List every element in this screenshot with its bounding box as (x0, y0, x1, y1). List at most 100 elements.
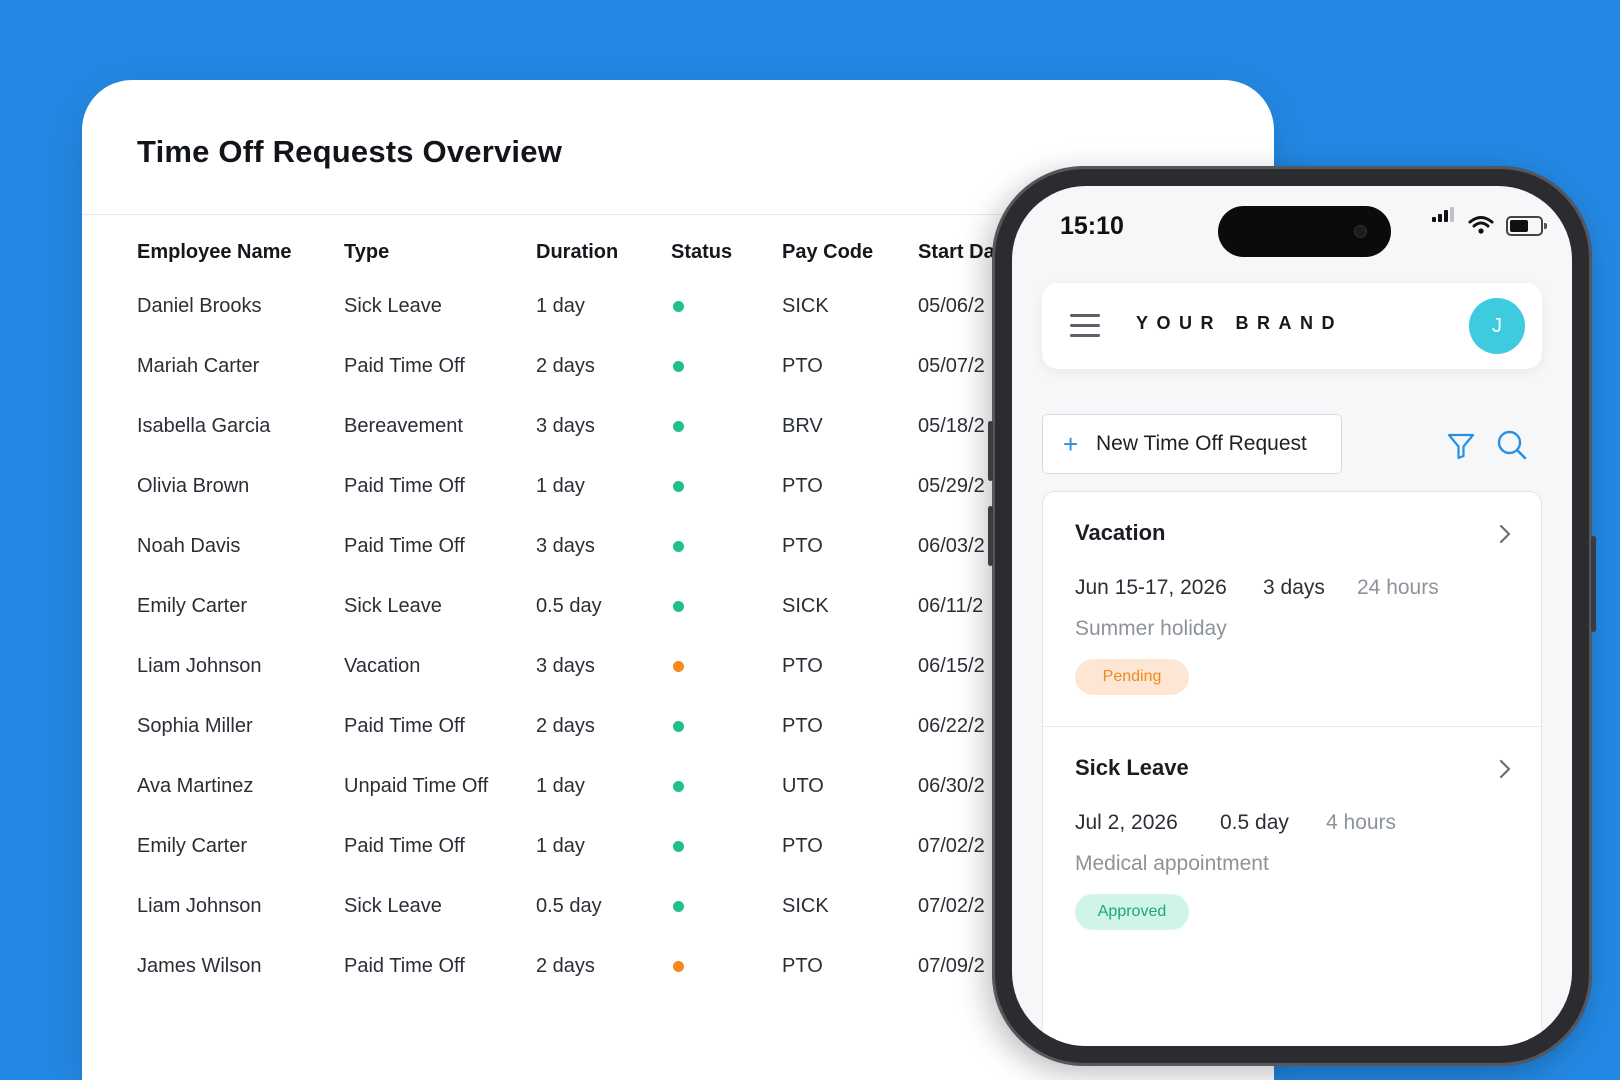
request-card[interactable]: Sick Leave Jul 2, 2026 0.5 day 4 hours M… (1043, 726, 1541, 961)
request-title: Vacation (1075, 520, 1166, 545)
type-cell: Unpaid Time Off (344, 775, 489, 797)
duration-cell: 0.5 day (536, 595, 602, 617)
pay-code-cell: PTO (782, 475, 823, 497)
request-title: Sick Leave (1075, 755, 1189, 780)
new-request-label: New Time Off Request (1096, 432, 1307, 455)
new-request-button[interactable]: + New Time Off Request (1042, 414, 1342, 474)
employee-name-cell: Isabella Garcia (137, 415, 271, 437)
phone-side-button (1591, 536, 1596, 632)
start-date-cell: 06/15/2 (918, 655, 985, 677)
pay-code-cell: PTO (782, 835, 823, 857)
wifi-icon (1468, 216, 1494, 234)
pay-code-cell: BRV (782, 415, 823, 437)
phone-side-button (988, 506, 993, 566)
employee-name-cell: Liam Johnson (137, 655, 262, 677)
employee-name-cell: Olivia Brown (137, 475, 250, 497)
status-dot-icon (673, 841, 684, 852)
menu-icon[interactable] (1070, 314, 1100, 337)
type-cell: Vacation (344, 655, 421, 677)
status-dot-icon (673, 661, 684, 672)
employee-name-cell: James Wilson (137, 955, 262, 977)
status-dot-icon (673, 421, 684, 432)
app-header: YOUR BRAND J (1042, 283, 1542, 369)
request-duration: 0.5 day (1220, 811, 1289, 834)
start-date-cell: 05/06/2 (918, 295, 985, 317)
phone-frame: 15:10 YOUR BRAND J + New Time Off Reques… (988, 166, 1596, 1066)
start-date-cell: 05/18/2 (918, 415, 985, 437)
duration-cell: 3 days (536, 415, 595, 437)
duration-cell: 0.5 day (536, 895, 602, 917)
duration-cell: 2 days (536, 955, 595, 977)
request-dates: Jul 2, 2026 (1075, 811, 1178, 834)
start-date-cell: 06/30/2 (918, 775, 985, 797)
pay-code-cell: PTO (782, 955, 823, 977)
chevron-right-icon (1499, 524, 1511, 544)
start-date-cell: 05/07/2 (918, 355, 985, 377)
employee-name-cell: Mariah Carter (137, 355, 260, 377)
pay-code-cell: UTO (782, 775, 824, 797)
start-date-cell: 07/02/2 (918, 895, 985, 917)
column-header[interactable]: Status (671, 238, 732, 266)
search-icon[interactable] (1496, 429, 1528, 461)
request-duration: 3 days (1263, 576, 1325, 599)
column-header[interactable]: Employee Name (137, 238, 292, 266)
status-cell (671, 592, 684, 620)
employee-name-cell: Daniel Brooks (137, 295, 262, 317)
pay-code-cell: PTO (782, 535, 823, 557)
type-cell: Sick Leave (344, 595, 442, 617)
chevron-right-icon (1499, 759, 1511, 779)
battery-icon (1506, 216, 1547, 236)
duration-cell: 3 days (536, 655, 595, 677)
pay-code-cell: PTO (782, 655, 823, 677)
type-cell: Paid Time Off (344, 475, 465, 497)
duration-cell: 1 day (536, 835, 585, 857)
status-cell (671, 832, 684, 860)
status-cell (671, 772, 684, 800)
status-cell (671, 352, 684, 380)
column-header[interactable]: Duration (536, 238, 618, 266)
duration-cell: 1 day (536, 295, 585, 317)
start-date-cell: 06/11/2 (918, 595, 984, 617)
status-dot-icon (673, 781, 684, 792)
status-cell (671, 532, 684, 560)
type-cell: Sick Leave (344, 895, 442, 917)
column-header[interactable]: Start Da (918, 238, 995, 266)
phone-side-button (988, 421, 993, 481)
request-note: Summer holiday (1075, 617, 1227, 640)
request-note: Medical appointment (1075, 852, 1269, 875)
pay-code-cell: SICK (782, 595, 829, 617)
status-dot-icon (673, 541, 684, 552)
pay-code-cell: SICK (782, 895, 829, 917)
duration-cell: 2 days (536, 355, 595, 377)
status-cell (671, 472, 684, 500)
column-header[interactable]: Pay Code (782, 238, 873, 266)
pay-code-cell: PTO (782, 715, 823, 737)
employee-name-cell: Liam Johnson (137, 895, 262, 917)
type-cell: Bereavement (344, 415, 463, 437)
type-cell: Paid Time Off (344, 715, 465, 737)
status-dot-icon (673, 301, 684, 312)
plus-icon: + (1063, 429, 1079, 459)
start-date-cell: 07/09/2 (918, 955, 985, 977)
type-cell: Paid Time Off (344, 835, 465, 857)
start-date-cell: 07/02/2 (918, 835, 985, 857)
status-cell (671, 952, 684, 980)
request-dates: Jun 15-17, 2026 (1075, 576, 1227, 599)
status-badge: Pending (1075, 659, 1189, 695)
employee-name-cell: Sophia Miller (137, 715, 253, 737)
status-dot-icon (673, 961, 684, 972)
request-list: Vacation Jun 15-17, 2026 3 days 24 hours… (1042, 491, 1542, 1046)
employee-name-cell: Emily Carter (137, 595, 248, 617)
start-date-cell: 06/03/2 (918, 535, 985, 557)
duration-cell: 1 day (536, 475, 585, 497)
duration-cell: 1 day (536, 775, 585, 797)
status-cell (671, 652, 684, 680)
filter-icon[interactable] (1446, 431, 1476, 461)
request-card[interactable]: Vacation Jun 15-17, 2026 3 days 24 hours… (1043, 492, 1541, 726)
type-cell: Paid Time Off (344, 535, 465, 557)
camera-icon (1354, 225, 1367, 238)
duration-cell: 3 days (536, 535, 595, 557)
avatar[interactable]: J (1469, 298, 1525, 354)
column-header[interactable]: Type (344, 238, 389, 266)
duration-cell: 2 days (536, 715, 595, 737)
